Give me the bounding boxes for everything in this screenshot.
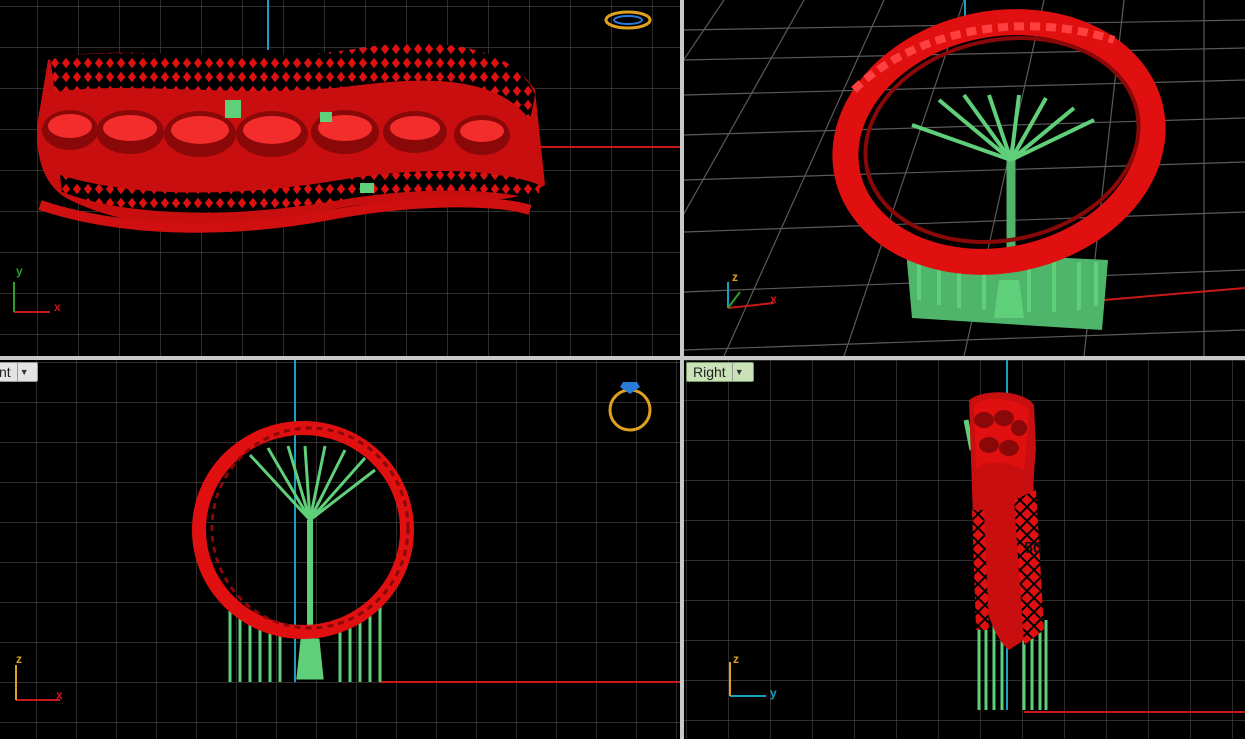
viewport-perspective[interactable]: z x: [684, 0, 1245, 356]
viewport-front[interactable]: nt ▼ z x: [0, 360, 680, 739]
viewport-tab-front[interactable]: nt ▼: [0, 362, 38, 382]
axis-x-label: x: [56, 688, 63, 702]
right-view-canvas[interactable]: [684, 360, 1245, 739]
front-view-canvas[interactable]: [0, 360, 680, 739]
dropdown-arrow-icon[interactable]: ▼: [16, 363, 31, 381]
engraving-text: 50: [1024, 540, 1042, 557]
ring-model-top[interactable]: [37, 43, 546, 233]
supports-perspective: [906, 93, 1108, 330]
axis-y-label: y: [16, 264, 23, 278]
top-view-canvas[interactable]: [0, 0, 680, 356]
viewport-top[interactable]: y x: [0, 0, 680, 356]
axis-z-label: z: [16, 652, 22, 666]
axis-z-label: z: [733, 652, 739, 666]
axis-x-label: x: [770, 292, 777, 306]
ring-model-right[interactable]: [969, 392, 1044, 650]
viewport-tab-label: Right: [693, 364, 726, 380]
viewport-right[interactable]: 50 Right ▼ z y: [684, 360, 1245, 739]
perspective-view-canvas[interactable]: [684, 0, 1245, 356]
viewport-tab-right[interactable]: Right ▼: [686, 362, 754, 382]
axis-z-label: z: [732, 270, 738, 284]
dropdown-arrow-icon[interactable]: ▼: [731, 363, 746, 381]
axis-x-label: x: [54, 300, 61, 314]
viewport-tab-label: nt: [0, 364, 11, 380]
axis-y-label: y: [770, 686, 777, 700]
